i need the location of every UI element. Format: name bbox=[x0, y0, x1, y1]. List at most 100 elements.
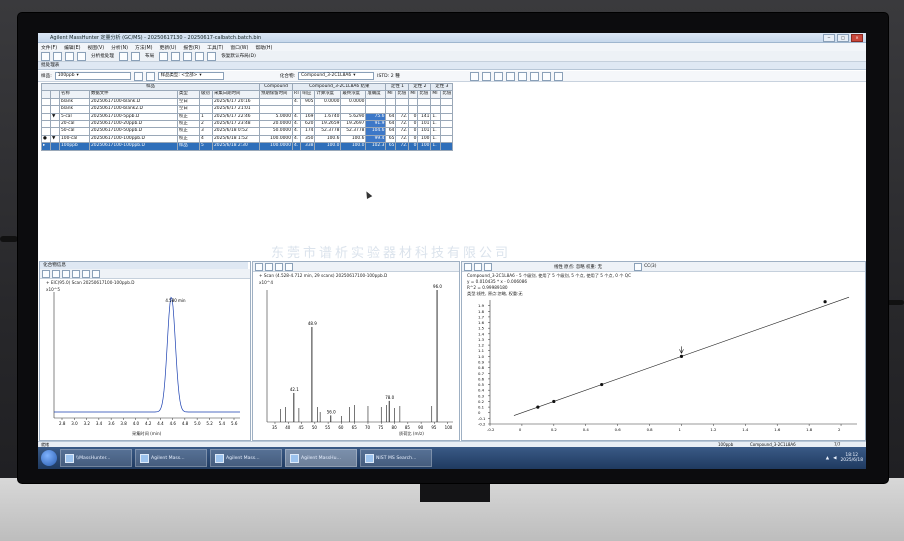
table-cell[interactable]: 20250617100-100ppb.D bbox=[89, 134, 178, 144]
table-cell[interactable] bbox=[300, 105, 316, 114]
layout-icon-2[interactable] bbox=[171, 51, 181, 61]
table-cell[interactable]: 1. bbox=[430, 134, 442, 144]
table-cell[interactable]: 5-cal bbox=[59, 112, 90, 121]
table-cell[interactable]: 5.6290 bbox=[340, 112, 367, 121]
table-cell[interactable]: 99.4 bbox=[365, 134, 387, 144]
table-cell[interactable]: 101 bbox=[417, 127, 432, 136]
table-cell[interactable] bbox=[440, 97, 454, 107]
table-cell[interactable]: 100.6 bbox=[314, 134, 342, 144]
table-cell[interactable]: 141 bbox=[417, 112, 432, 121]
close-button[interactable]: × bbox=[851, 33, 863, 42]
column-header[interactable]: 类型 bbox=[177, 90, 200, 99]
table-cell[interactable] bbox=[41, 119, 51, 129]
layout-button[interactable]: 布局 bbox=[143, 53, 156, 59]
clock[interactable]: 18:12 2025/6/18 bbox=[840, 453, 863, 463]
column-header[interactable]: 级别 bbox=[199, 90, 213, 99]
menu-help[interactable]: 帮助(H) bbox=[255, 44, 272, 51]
table-cell[interactable]: 20250617100-5ppb.D bbox=[89, 112, 178, 121]
taskbar-item-4[interactable]: Agilent MassHu... bbox=[285, 449, 357, 467]
table-cell[interactable]: 2025/6/17 23:48 bbox=[212, 119, 260, 129]
column-header[interactable]: 最终浓度 bbox=[340, 90, 367, 99]
table-cell[interactable]: 20250617100-20ppb.D bbox=[89, 119, 178, 129]
spectrum-pan-icon[interactable] bbox=[265, 262, 273, 271]
table-cell[interactable] bbox=[440, 119, 454, 129]
analyze-batch-button[interactable]: 分析批处理 bbox=[89, 53, 116, 59]
table-cell[interactable]: 2025/6/18 2:30 bbox=[212, 142, 260, 151]
table-cell[interactable] bbox=[408, 105, 419, 114]
pan-icon[interactable] bbox=[52, 269, 60, 278]
overlay-icon[interactable] bbox=[92, 269, 100, 278]
column-header[interactable]: 数据文件 bbox=[89, 90, 178, 99]
table-cell[interactable] bbox=[440, 112, 454, 121]
table-cell[interactable]: 104.6 bbox=[365, 127, 387, 136]
table-cell[interactable]: 1. bbox=[430, 112, 442, 121]
table-cell[interactable]: 校正 bbox=[177, 134, 200, 144]
column-header[interactable]: 响应 bbox=[300, 90, 316, 99]
network-icon[interactable]: ▲ bbox=[826, 456, 829, 461]
table-cell[interactable]: 100-cal bbox=[59, 134, 90, 144]
column-header[interactable]: RT bbox=[291, 90, 302, 99]
sample-dropdown[interactable]: 100ppb bbox=[54, 72, 131, 80]
table-cell[interactable]: 20250617100-100ppb.D bbox=[89, 142, 178, 151]
table-cell[interactable]: 0 bbox=[408, 134, 419, 144]
table-cell[interactable]: 101 bbox=[417, 119, 432, 129]
table-cell[interactable]: 4. bbox=[291, 97, 302, 107]
table-row[interactable]: ● ▼ 100-cal 20250617100-100ppb.D 校正 4 2025/6/1… bbox=[41, 134, 454, 144]
table-cell[interactable] bbox=[440, 134, 454, 144]
start-button[interactable] bbox=[41, 450, 57, 466]
table-cell[interactable]: 1 bbox=[199, 112, 213, 121]
table-cell[interactable]: 64 bbox=[385, 127, 397, 136]
table-cell[interactable]: 169 bbox=[300, 112, 316, 121]
column-header[interactable]: 比值 bbox=[417, 90, 432, 99]
table-cell[interactable]: 100.6 bbox=[340, 134, 367, 144]
table-cell[interactable]: 72. bbox=[395, 127, 410, 136]
column-header[interactable]: 比值 bbox=[395, 90, 410, 99]
table-cell[interactable]: 4. bbox=[291, 119, 302, 129]
menu-window[interactable]: 窗口(W) bbox=[230, 44, 248, 51]
table-cell[interactable]: 100.0000 bbox=[259, 134, 293, 144]
table-cell[interactable]: 校正 bbox=[177, 112, 200, 121]
table-cell[interactable]: 空白 bbox=[177, 105, 200, 114]
table-cell[interactable] bbox=[50, 142, 60, 151]
column-header[interactable]: 比值 bbox=[440, 90, 454, 99]
table-cell[interactable]: 4 bbox=[199, 134, 213, 144]
table-cell[interactable] bbox=[50, 105, 60, 114]
table-cell[interactable]: 19.2697 bbox=[340, 119, 367, 129]
table-cell[interactable]: 72. bbox=[395, 142, 410, 151]
table-cell[interactable]: 50-cal bbox=[59, 127, 90, 136]
table-cell[interactable] bbox=[395, 97, 410, 107]
table-cell[interactable]: 75.6 bbox=[365, 112, 387, 121]
table-cell[interactable]: 2025/6/17 22:46 bbox=[212, 112, 260, 121]
layout-icon-1[interactable] bbox=[159, 51, 169, 61]
table-cell[interactable] bbox=[340, 105, 367, 114]
cal-pan-icon[interactable] bbox=[474, 262, 482, 271]
peak-icon[interactable] bbox=[72, 269, 80, 278]
table-cell[interactable]: 校正 bbox=[177, 127, 200, 136]
spectrum-zoom-icon[interactable] bbox=[255, 262, 263, 271]
table-cell[interactable]: 0 bbox=[408, 127, 419, 136]
export-icon[interactable] bbox=[517, 71, 527, 81]
table-cell[interactable]: 空白 bbox=[177, 97, 200, 107]
table-cell[interactable] bbox=[50, 127, 60, 136]
table-cell[interactable]: 0.0000 bbox=[314, 97, 342, 107]
column-header[interactable]: 采集日期时间 bbox=[212, 90, 260, 99]
nav-next-icon[interactable] bbox=[145, 71, 155, 81]
table-cell[interactable]: blank bbox=[59, 97, 90, 107]
table-cell[interactable]: 4. bbox=[291, 142, 302, 151]
table-cell[interactable]: 1. bbox=[430, 142, 442, 151]
table-cell[interactable]: 0 bbox=[408, 142, 419, 151]
spectrum-plot[interactable]: 35 40 45 50 55 60 65 70 75 80 85 90 95 100 48.9 42.1 56.… bbox=[253, 272, 459, 440]
table-cell[interactable]: 3 bbox=[199, 127, 213, 136]
minimize-button[interactable]: ─ bbox=[823, 33, 835, 42]
table-row[interactable]: 20-cal 20250617100-20ppb.D 校正 2 2025/6/17 23… bbox=[41, 119, 454, 129]
flag-red-icon[interactable] bbox=[541, 71, 551, 81]
open-icon[interactable] bbox=[53, 51, 62, 61]
new-icon[interactable] bbox=[41, 51, 50, 61]
table-cell[interactable]: 52.3778 bbox=[314, 127, 342, 136]
table-cell[interactable]: 0 bbox=[408, 119, 419, 129]
flag-outline-icon[interactable] bbox=[553, 71, 563, 81]
table-cell[interactable]: 校正 bbox=[177, 119, 200, 129]
table-cell[interactable]: 64 bbox=[385, 119, 397, 129]
table-cell[interactable]: ▸ bbox=[41, 142, 51, 151]
layout-icon-3[interactable] bbox=[183, 51, 193, 61]
